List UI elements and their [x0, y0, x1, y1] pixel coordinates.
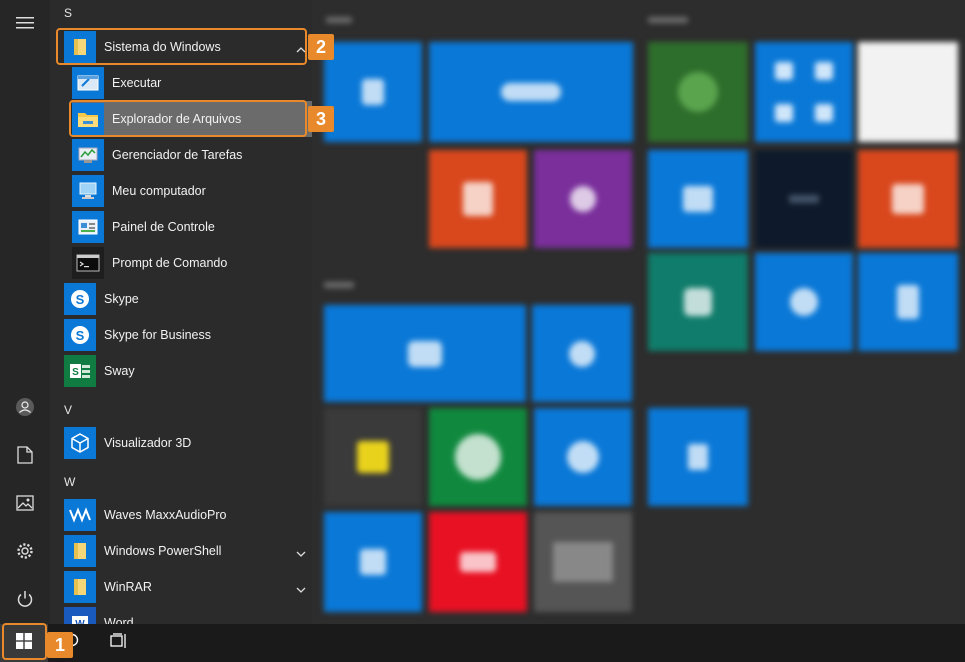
chevron-down-icon: [296, 581, 306, 599]
app-item-label: Word: [104, 616, 134, 624]
folder-icon: [64, 571, 96, 603]
pinned-tile[interactable]: [324, 512, 422, 612]
control-panel-icon: [72, 211, 104, 243]
pinned-tile[interactable]: [532, 305, 632, 402]
app-item-visualizador-3d[interactable]: Visualizador 3D: [64, 425, 312, 461]
app-item-label: Painel de Controle: [112, 220, 215, 234]
run-icon: [72, 67, 104, 99]
3d-viewer-icon: [64, 427, 96, 459]
pinned-tiles-area: [312, 0, 965, 624]
callout-highlight-box: [2, 623, 47, 660]
settings-button[interactable]: [0, 531, 50, 571]
app-item-skype-for-business[interactable]: S Skype for Business: [64, 317, 312, 353]
tile-group-header: [324, 282, 354, 288]
start-menu-screen: S Sistema do Windows Executar Explorador…: [0, 0, 965, 662]
settings-gear-icon: [16, 542, 34, 560]
app-item-label: Waves MaxxAudioPro: [104, 508, 227, 522]
pinned-tile[interactable]: [324, 408, 422, 506]
pictures-icon: [16, 495, 34, 511]
folder-icon: [64, 535, 96, 567]
callout-highlight-box: [56, 28, 307, 65]
app-item-meu-computador[interactable]: Meu computador: [72, 173, 312, 209]
group-header-v[interactable]: V: [64, 403, 72, 417]
pinned-tile[interactable]: [429, 42, 633, 142]
app-item-label: Prompt de Comando: [112, 256, 228, 270]
pinned-tile[interactable]: [429, 512, 527, 612]
skype-icon: S: [64, 283, 96, 315]
task-view-button[interactable]: [96, 624, 142, 662]
pinned-tile[interactable]: [534, 150, 632, 248]
documents-button[interactable]: [0, 435, 50, 475]
word-icon: W: [64, 607, 96, 624]
app-item-label: Sway: [104, 364, 135, 378]
callout-highlight-box: [69, 100, 307, 137]
callout-step-3: 3: [308, 106, 334, 132]
power-button[interactable]: [0, 579, 50, 619]
tile-group-header: [648, 17, 688, 23]
pinned-tile[interactable]: [648, 253, 748, 351]
computer-icon: [72, 175, 104, 207]
expand-menu-button[interactable]: [0, 3, 50, 43]
pinned-tile[interactable]: [858, 150, 958, 248]
pinned-tile[interactable]: [858, 42, 958, 142]
svg-text:S: S: [76, 292, 85, 307]
group-header-s[interactable]: S: [64, 6, 72, 20]
pinned-tile[interactable]: [648, 42, 748, 142]
pinned-tile[interactable]: [429, 150, 527, 248]
app-item-label: Gerenciador de Tarefas: [112, 148, 243, 162]
power-icon: [16, 590, 34, 608]
documents-icon: [17, 446, 33, 464]
app-item-waves-maxxaudiopro[interactable]: Waves MaxxAudioPro: [64, 497, 312, 533]
app-item-sway[interactable]: S Sway: [64, 353, 312, 389]
app-list: S Sistema do Windows Executar Explorador…: [50, 0, 312, 624]
app-item-gerenciador-de-tarefas[interactable]: Gerenciador de Tarefas: [72, 137, 312, 173]
task-view-icon: [110, 632, 128, 654]
pinned-tile[interactable]: [648, 150, 748, 248]
pinned-tile[interactable]: [648, 408, 748, 506]
taskbar: [0, 624, 965, 662]
app-item-winrar[interactable]: WinRAR: [64, 569, 312, 605]
pinned-tile[interactable]: [324, 305, 526, 402]
pinned-tile[interactable]: [755, 150, 853, 248]
app-item-label: WinRAR: [104, 580, 152, 594]
pinned-tile[interactable]: [534, 512, 632, 612]
start-left-rail: [0, 0, 50, 624]
app-item-windows-powershell[interactable]: Windows PowerShell: [64, 533, 312, 569]
callout-step-1: 1: [47, 632, 73, 658]
app-item-label: Windows PowerShell: [104, 544, 222, 558]
callout-step-2: 2: [308, 34, 334, 60]
app-item-painel-de-controle[interactable]: Painel de Controle: [72, 209, 312, 245]
app-item-label: Meu computador: [112, 184, 206, 198]
app-item-skype[interactable]: S Skype: [64, 281, 312, 317]
pinned-tile[interactable]: [755, 253, 853, 351]
app-item-label: Executar: [112, 76, 162, 90]
app-item-label: Skype: [104, 292, 139, 306]
group-header-w[interactable]: W: [64, 475, 75, 489]
app-item-word[interactable]: W Word: [64, 605, 312, 624]
user-account-button[interactable]: [0, 387, 50, 427]
tile-group-header: [326, 17, 352, 23]
pinned-tile[interactable]: [755, 42, 853, 142]
task-manager-icon: [72, 139, 104, 171]
pictures-button[interactable]: [0, 483, 50, 523]
app-item-prompt-de-comando[interactable]: Prompt de Comando: [72, 245, 312, 281]
pinned-tile[interactable]: [534, 408, 632, 506]
svg-text:S: S: [72, 367, 79, 378]
app-item-label: Skype for Business: [104, 328, 211, 342]
chevron-down-icon: [296, 545, 306, 563]
waves-audio-icon: [64, 499, 96, 531]
app-item-label: Visualizador 3D: [104, 436, 192, 450]
command-prompt-icon: [72, 247, 104, 279]
app-item-executar[interactable]: Executar: [72, 65, 312, 101]
svg-text:S: S: [76, 328, 85, 343]
pinned-tile[interactable]: [858, 253, 958, 351]
pinned-tile[interactable]: [429, 408, 527, 506]
sway-icon: S: [64, 355, 96, 387]
user-account-icon: [15, 397, 35, 417]
skype-for-business-icon: S: [64, 319, 96, 351]
pinned-tile[interactable]: [324, 42, 422, 142]
hamburger-menu-icon: [16, 16, 34, 30]
